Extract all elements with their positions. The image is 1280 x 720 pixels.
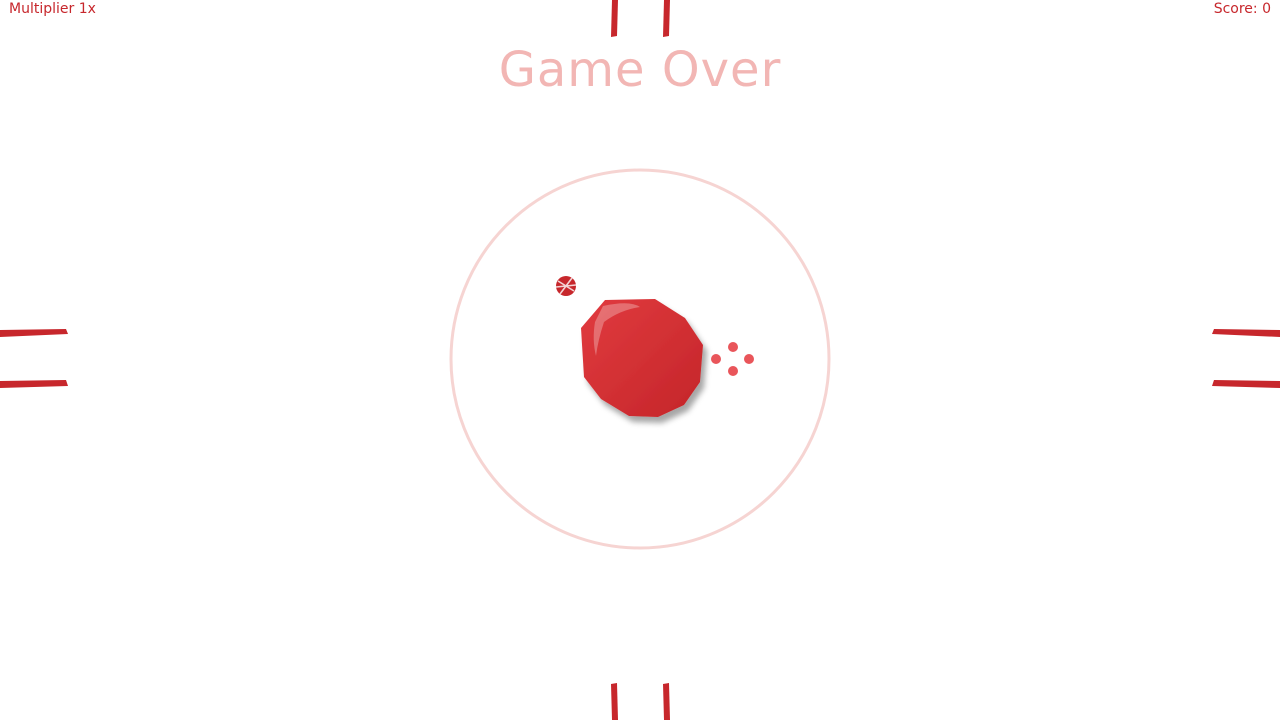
bottom-gate	[611, 683, 670, 720]
left-gate	[0, 329, 68, 388]
player-blob[interactable]	[581, 299, 703, 417]
right-gate	[1212, 329, 1280, 388]
top-gate	[611, 0, 670, 37]
dots-icon	[711, 342, 754, 376]
game-stage[interactable]: Multiplier 1x Score: 0 Game Over	[0, 0, 1280, 720]
striped-ball-icon	[555, 276, 577, 296]
play-field	[0, 0, 1280, 720]
